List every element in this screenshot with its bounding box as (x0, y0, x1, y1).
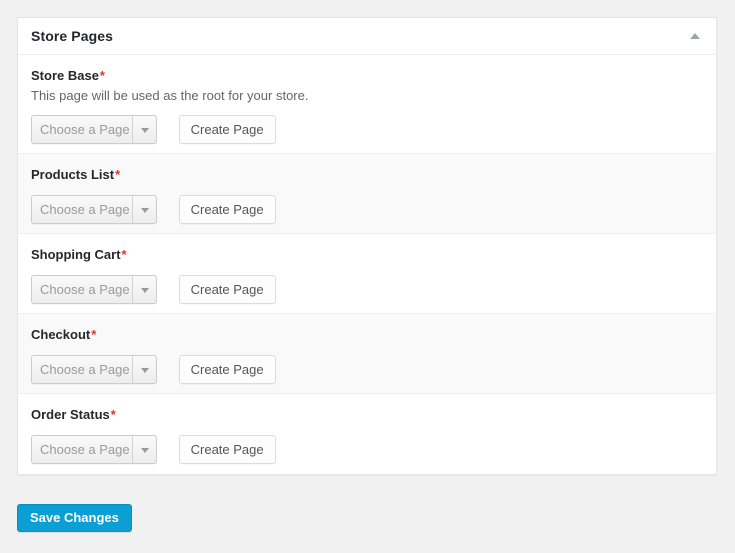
caret-down-icon (141, 448, 149, 453)
create-page-button-shopping-cart[interactable]: Create Page (179, 275, 276, 304)
field-label-text: Checkout (31, 327, 90, 342)
field-label-text: Shopping Cart (31, 247, 121, 262)
field-controls-checkout: Choose a Page Create Page (31, 355, 276, 384)
page-select-value: Choose a Page (40, 201, 130, 218)
required-asterisk: * (100, 68, 105, 83)
field-row-order-status: Order Status* Choose a Page Create Page (18, 394, 716, 474)
page-select-arrow-box (132, 276, 156, 303)
field-row-checkout: Checkout* Choose a Page Create Page (18, 314, 716, 394)
field-row-products-list: Products List* Choose a Page Create Page (18, 154, 716, 234)
store-pages-panel: Store Pages Store Base* This page will b… (17, 17, 717, 475)
field-label-shopping-cart: Shopping Cart* (31, 247, 127, 263)
field-label-store-base: Store Base* (31, 68, 105, 84)
create-page-button-checkout[interactable]: Create Page (179, 355, 276, 384)
required-asterisk: * (111, 407, 116, 422)
page-select-order-status[interactable]: Choose a Page (31, 435, 157, 464)
panel-title: Store Pages (31, 28, 113, 44)
page-select-arrow-box (132, 196, 156, 223)
field-row-store-base: Store Base* This page will be used as th… (18, 55, 716, 154)
page-select-store-base[interactable]: Choose a Page (31, 115, 157, 144)
page-select-arrow-box (132, 436, 156, 463)
caret-down-icon (141, 368, 149, 373)
page-select-arrow-box (132, 356, 156, 383)
page-select-checkout[interactable]: Choose a Page (31, 355, 157, 384)
field-label-text: Order Status (31, 407, 110, 422)
create-page-button-products-list[interactable]: Create Page (179, 195, 276, 224)
caret-down-icon (141, 128, 149, 133)
field-controls-shopping-cart: Choose a Page Create Page (31, 275, 276, 304)
page-select-products-list[interactable]: Choose a Page (31, 195, 157, 224)
field-label-checkout: Checkout* (31, 327, 96, 343)
page-select-value: Choose a Page (40, 281, 130, 298)
panel-header: Store Pages (18, 18, 716, 55)
page-select-arrow-box (132, 116, 156, 143)
caret-down-icon (141, 208, 149, 213)
page-select-shopping-cart[interactable]: Choose a Page (31, 275, 157, 304)
panel-collapse-toggle-button[interactable] (680, 18, 710, 54)
field-label-text: Products List (31, 167, 114, 182)
field-description-store-base: This page will be used as the root for y… (31, 88, 308, 104)
caret-down-icon (141, 288, 149, 293)
required-asterisk: * (91, 327, 96, 342)
field-label-text: Store Base (31, 68, 99, 83)
required-asterisk: * (115, 167, 120, 182)
page-select-value: Choose a Page (40, 441, 130, 458)
field-controls-order-status: Choose a Page Create Page (31, 435, 276, 464)
caret-up-icon (690, 33, 700, 39)
create-page-button-store-base[interactable]: Create Page (179, 115, 276, 144)
field-label-products-list: Products List* (31, 167, 120, 183)
required-asterisk: * (122, 247, 127, 262)
field-controls-store-base: Choose a Page Create Page (31, 115, 276, 144)
save-changes-button[interactable]: Save Changes (17, 504, 132, 532)
create-page-button-order-status[interactable]: Create Page (179, 435, 276, 464)
page-select-value: Choose a Page (40, 361, 130, 378)
page-select-value: Choose a Page (40, 121, 130, 138)
field-controls-products-list: Choose a Page Create Page (31, 195, 276, 224)
field-label-order-status: Order Status* (31, 407, 116, 423)
field-row-shopping-cart: Shopping Cart* Choose a Page Create Page (18, 234, 716, 314)
